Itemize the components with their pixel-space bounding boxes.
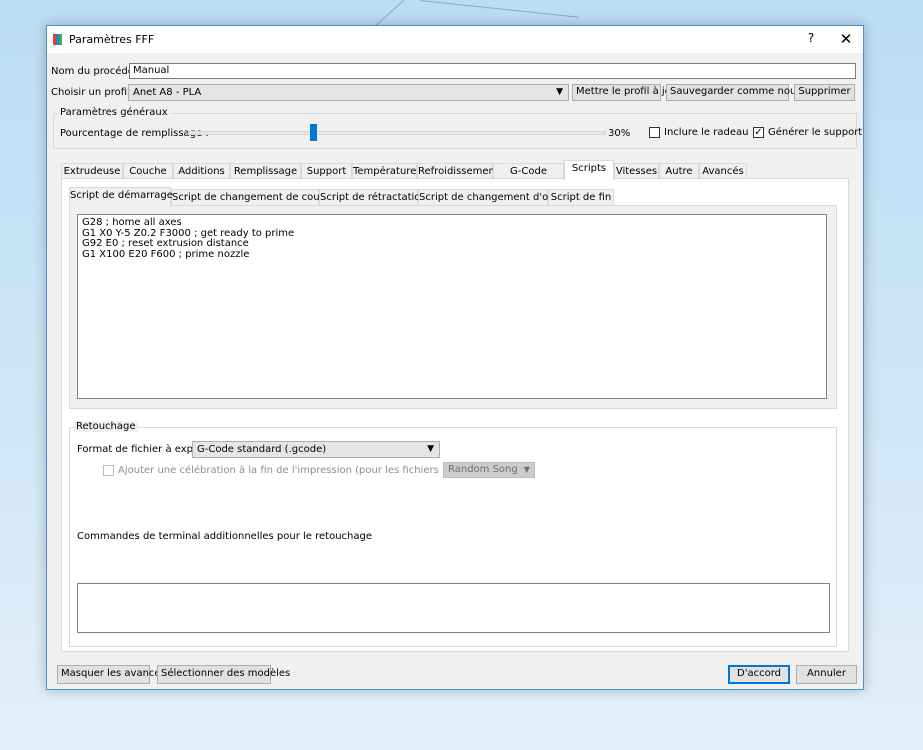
chevron-down-icon: ▼ xyxy=(523,465,530,474)
process-name-label: Nom du procédé : xyxy=(51,66,141,77)
script-tab-1[interactable]: Script de démarrage xyxy=(69,187,173,206)
terminal-commands-label: Commandes de terminal additionnelles pou… xyxy=(77,531,372,542)
celebration-checkbox[interactable] xyxy=(103,465,114,476)
settings-dialog: Paramètres FFF ? ✕ Nom du procédé : Manu… xyxy=(46,25,864,690)
support-label[interactable]: Générer le support xyxy=(768,127,862,138)
infill-label: Pourcentage de remplissage : xyxy=(60,128,209,139)
update-profile-button[interactable]: Mettre le profil à jour xyxy=(572,84,681,101)
select-models-button[interactable]: Sélectionner des modèles xyxy=(157,665,290,684)
terminal-commands-input[interactable] xyxy=(77,583,830,633)
chevron-down-icon: ▼ xyxy=(427,444,434,454)
support-checkbox[interactable]: ✓ xyxy=(753,127,764,138)
retouch-title: Retouchage xyxy=(74,421,138,432)
cancel-button[interactable]: Annuler xyxy=(796,665,857,684)
song-select-value: Random Song xyxy=(448,464,518,475)
infill-slider-track[interactable] xyxy=(188,131,606,135)
app-icon xyxy=(53,34,63,45)
help-button[interactable]: ? xyxy=(801,31,821,49)
general-settings-title: Paramètres généraux xyxy=(58,107,170,118)
script-tab-5[interactable]: Script de fin xyxy=(548,189,614,205)
raft-label[interactable]: Inclure le radeau xyxy=(664,127,748,138)
desktop-line xyxy=(419,0,580,18)
hide-advanced-button[interactable]: Masquer les avancés xyxy=(57,665,166,684)
check-icon: ✓ xyxy=(754,127,763,138)
infill-value: 30% xyxy=(608,128,631,139)
script-tab-2[interactable]: Script de changement de couche xyxy=(171,189,338,205)
export-format-value: G-Code standard (.gcode) xyxy=(197,444,327,455)
profile-select[interactable]: Anet A8 - PLA ▼ xyxy=(128,84,569,101)
script-tab-4[interactable]: Script de changement d'outil xyxy=(418,189,564,205)
profile-select-value: Anet A8 - PLA xyxy=(133,87,202,98)
tab-scripts[interactable]: Scripts xyxy=(564,160,614,180)
script-editor[interactable]: G28 ; home all axes G1 X0 Y-5 Z0.2 F3000… xyxy=(77,214,827,399)
close-button[interactable]: ✕ xyxy=(833,28,859,50)
export-format-select[interactable]: G-Code standard (.gcode) ▼ xyxy=(192,441,440,458)
raft-checkbox[interactable] xyxy=(649,127,660,138)
song-select[interactable]: Random Song ▼ xyxy=(443,462,535,478)
script-tab-3[interactable]: Script de rétractation xyxy=(319,189,427,205)
window-title: Paramètres FFF xyxy=(69,33,155,46)
chevron-down-icon: ▼ xyxy=(556,87,563,97)
ok-button[interactable]: D'accord xyxy=(728,665,790,684)
save-as-new-button[interactable]: Sauvegarder comme nouveau xyxy=(666,84,821,101)
delete-profile-button[interactable]: Supprimer xyxy=(794,84,855,101)
infill-slider-thumb[interactable] xyxy=(310,124,317,141)
profile-label: Choisir un profil : xyxy=(51,87,137,98)
title-bar: Paramètres FFF ? ✕ xyxy=(47,26,863,53)
process-name-input[interactable]: Manual xyxy=(129,63,856,79)
